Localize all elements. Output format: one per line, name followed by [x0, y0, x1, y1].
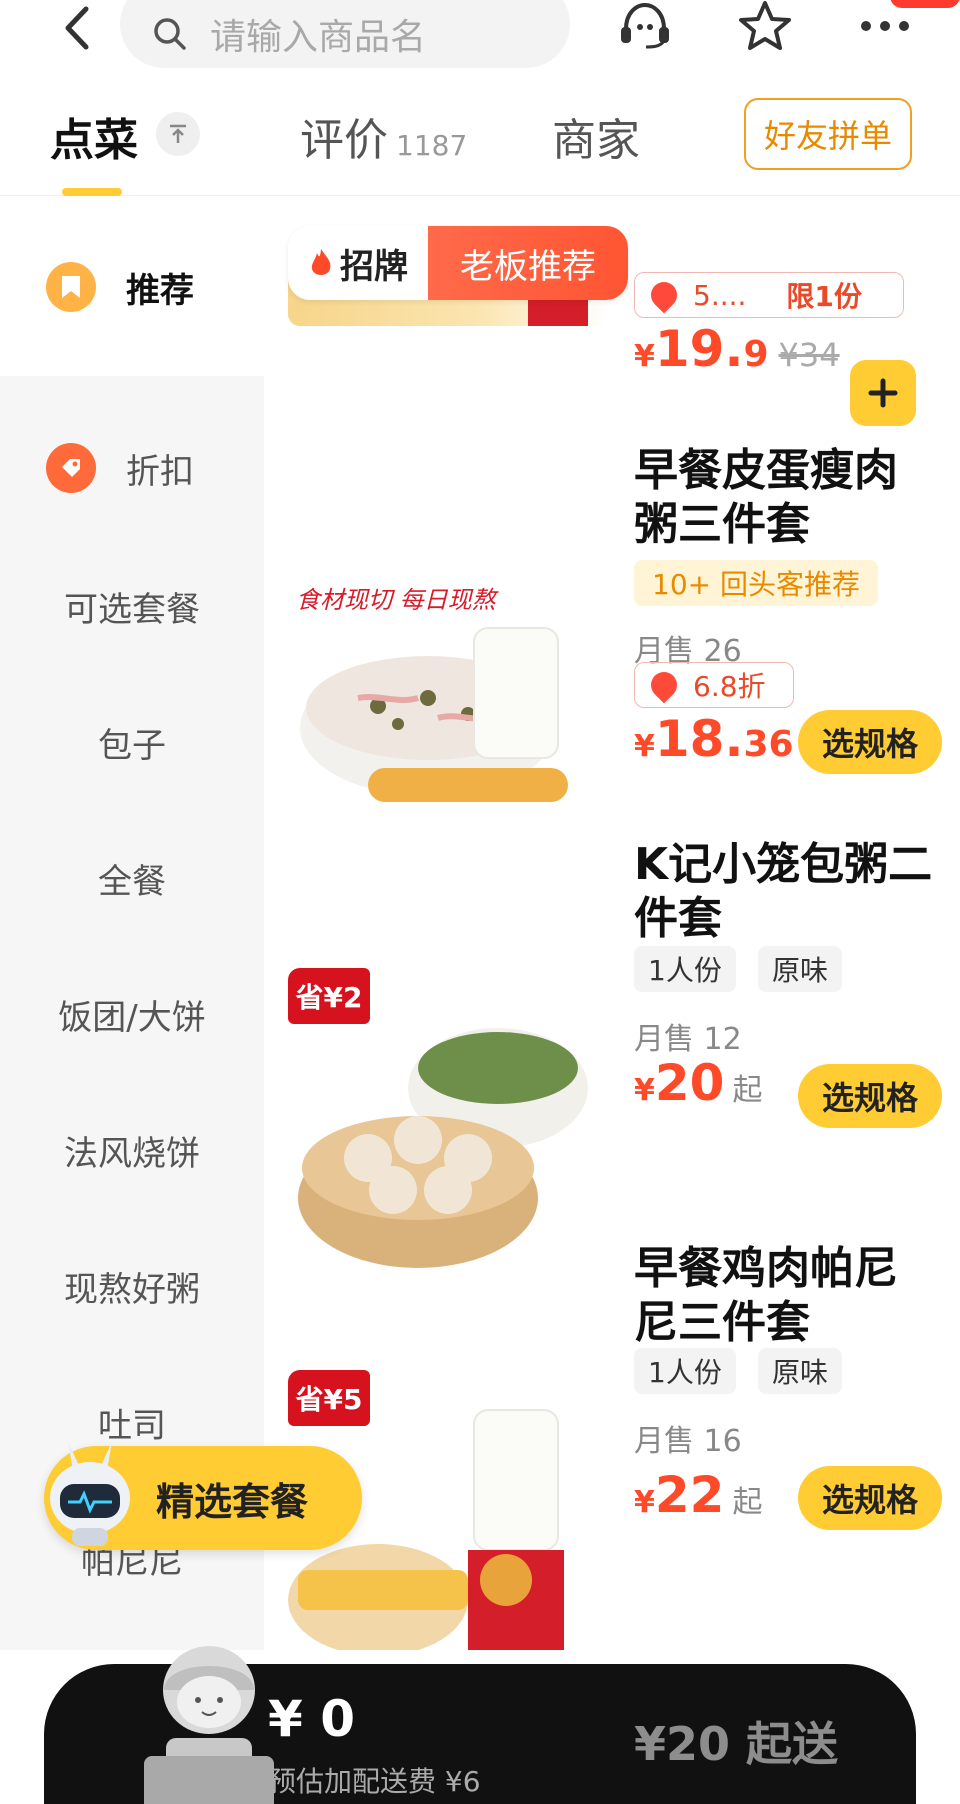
customer-service-button[interactable]: [610, 0, 680, 56]
boss-recommend-label: 老板推荐: [428, 226, 628, 300]
product-image[interactable]: 省¥2: [288, 968, 608, 1278]
signature-label: 招牌: [288, 226, 428, 300]
returning-customer-tag: 10+ 回头客推荐: [634, 560, 878, 606]
sidebar-item-recommend[interactable]: 推荐: [0, 198, 264, 376]
favorite-button[interactable]: [730, 0, 800, 56]
product-price: ¥22 起: [634, 1466, 763, 1524]
plus-icon: [868, 378, 898, 408]
sidebar-item-porridge[interactable]: 现熬好粥: [0, 1218, 264, 1354]
star-icon: [739, 1, 791, 50]
tab-reviews[interactable]: 评价 1187: [300, 104, 467, 168]
sidebar-item-label: 包子: [98, 725, 166, 766]
review-count: 1187: [396, 129, 468, 162]
discount-tag: 6.8折: [634, 662, 794, 708]
customer-service-icon: [621, 2, 669, 49]
discount-icon: [645, 276, 683, 314]
more-button[interactable]: [850, 0, 920, 56]
chevron-left-icon: [65, 6, 89, 50]
cart-bar-wrapper: ¥ 0 预估加配送费 ¥6 ¥20 起送: [0, 1646, 960, 1804]
sidebar-item-discount[interactable]: 折扣: [0, 376, 264, 560]
notification-badge: [890, 0, 960, 8]
bookmark-icon: [46, 262, 96, 312]
select-spec-button[interactable]: 选规格: [798, 1466, 942, 1530]
cart-total: ¥ 0: [268, 1690, 355, 1748]
tab-bar: 点菜 评价 1187 商家 好友拼单: [0, 84, 960, 196]
sidebar-item-label: 全餐: [98, 861, 166, 902]
more-dots-icon: [861, 21, 909, 31]
pin-top-icon: [170, 124, 186, 143]
monthly-sales: 月售 16: [634, 1424, 742, 1459]
sidebar-item-pancake[interactable]: 法风烧饼: [0, 1082, 264, 1218]
search-icon: [154, 18, 186, 50]
cart-bar[interactable]: ¥ 0 预估加配送费 ¥6 ¥20 起送: [44, 1646, 916, 1804]
sidebar-item-label: 现熬好粥: [64, 1269, 200, 1310]
limit-label: 限1份: [786, 280, 862, 313]
select-spec-button[interactable]: 选规格: [798, 710, 942, 774]
discount-tag-icon: [46, 443, 96, 493]
product-price: ¥20 起: [634, 1054, 763, 1112]
search-placeholder: 请输入商品名: [210, 17, 427, 58]
product-image[interactable]: 食材现切 每日现熬: [288, 568, 606, 830]
minimum-order: ¥20 起送: [633, 1717, 838, 1771]
sidebar-item-label: 饭团/大饼: [58, 997, 206, 1038]
active-tab-indicator: [62, 188, 122, 196]
image-caption: 食材现切 每日现熬: [296, 586, 496, 614]
discount-tag: 5.... 限1份: [634, 272, 904, 318]
discount-icon: [645, 666, 683, 704]
signature-banner: 招牌 老板推荐: [288, 226, 628, 300]
option-flavor: 原味: [758, 946, 843, 992]
savings-badge: 省¥2: [288, 968, 370, 1024]
product-title[interactable]: 早餐鸡肉帕尼尼三件套: [634, 1242, 934, 1350]
monthly-sales: 月售 12: [634, 1022, 742, 1057]
back-button[interactable]: [52, 0, 102, 56]
top-bar: 请输入商品名: [0, 0, 960, 78]
sidebar-item-label: 法风烧饼: [64, 1133, 200, 1174]
tab-merchant-label: 商家: [552, 115, 640, 166]
friend-group-order-button[interactable]: 好友拼单: [744, 98, 912, 170]
search-input[interactable]: 请输入商品名: [120, 0, 570, 68]
sidebar-item-riceball[interactable]: 饭团/大饼: [0, 946, 264, 1082]
flame-icon: [311, 249, 331, 275]
tab-reviews-label: 评价: [300, 115, 388, 166]
sidebar-item-full-meal[interactable]: 全餐: [0, 810, 264, 946]
robot-mascot-icon: [50, 1442, 130, 1546]
featured-combo-label: 精选套餐: [156, 1479, 309, 1524]
product-price: ¥18.36: [634, 710, 794, 768]
sidebar-item-buns[interactable]: 包子: [0, 674, 264, 810]
sidebar-item-label: 可选套餐: [64, 589, 200, 630]
tab-order[interactable]: 点菜: [50, 104, 138, 168]
sidebar-item-combo[interactable]: 可选套餐: [0, 538, 264, 674]
option-flavor: 原味: [758, 1348, 843, 1394]
select-spec-button[interactable]: 选规格: [798, 1064, 942, 1128]
delivery-fee: 预估加配送费 ¥6: [268, 1765, 481, 1798]
product-title[interactable]: K记小笼包粥二件套: [634, 838, 934, 946]
sidebar-item-label: 折扣: [126, 451, 194, 492]
tab-order-label: 点菜: [50, 115, 138, 166]
pin-top-button[interactable]: [156, 112, 200, 156]
original-price: ¥34: [778, 336, 840, 374]
option-serving: 1人份: [634, 946, 736, 992]
product-price: ¥19.9 ¥34: [634, 320, 840, 378]
product-list: 招牌 老板推荐 5.... 限1份 ¥19.9 ¥34 食材现切 每日现熬 早餐皮…: [272, 198, 960, 1658]
tab-merchant[interactable]: 商家: [552, 104, 640, 168]
savings-badge: 省¥5: [288, 1370, 370, 1426]
add-to-cart-button[interactable]: [850, 360, 916, 426]
option-serving: 1人份: [634, 1348, 736, 1394]
sidebar-item-label: 推荐: [126, 270, 194, 311]
product-title[interactable]: 早餐皮蛋瘦肉粥三件套: [634, 444, 934, 552]
featured-combo-button[interactable]: 精选套餐: [44, 1442, 362, 1550]
